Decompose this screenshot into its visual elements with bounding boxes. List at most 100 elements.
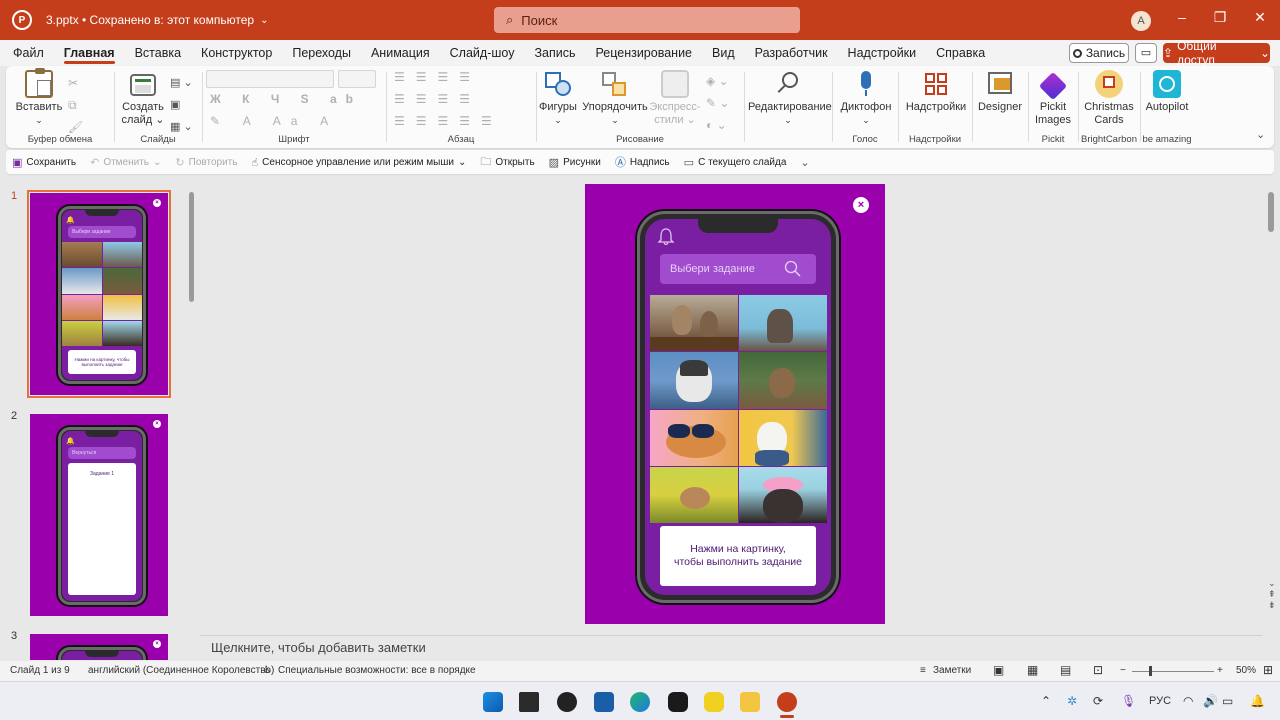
bell-icon[interactable]: [657, 227, 675, 247]
tab-help[interactable]: Справка: [926, 40, 995, 66]
search-input[interactable]: ⌕ Поиск: [494, 7, 800, 33]
tab-design[interactable]: Конструктор: [191, 40, 282, 66]
tab-review[interactable]: Рецензирование: [585, 40, 702, 66]
store-icon[interactable]: [594, 692, 614, 712]
pictures-button[interactable]: ▨ Рисунки: [549, 156, 601, 169]
customize-qat-icon[interactable]: ⌄: [800, 156, 809, 169]
close-icon[interactable]: ×: [853, 197, 869, 213]
slide-scrollbar[interactable]: [1268, 192, 1274, 232]
tab-slideshow[interactable]: Слайд-шоу: [440, 40, 525, 66]
squirrel-photo[interactable]: [739, 352, 827, 409]
designer-button[interactable]: Designer: [976, 70, 1024, 114]
undo-button[interactable]: ↶ Отменить ⌄: [90, 156, 161, 169]
wifi-icon[interactable]: ◠: [1183, 694, 1193, 708]
close-icon[interactable]: ✕: [1248, 9, 1272, 26]
husky-photo[interactable]: [650, 352, 738, 409]
microphone-tray-icon[interactable]: 🎙: [1121, 694, 1136, 708]
tab-insert[interactable]: Вставка: [125, 40, 191, 66]
save-button[interactable]: ▣ Сохранить: [12, 156, 76, 169]
avatar[interactable]: A: [1131, 11, 1151, 31]
tray-app-icon[interactable]: ✲: [1067, 694, 1077, 708]
notes-toggle[interactable]: Заметки: [933, 665, 971, 676]
edge-browser-icon[interactable]: [630, 692, 650, 712]
accessibility-status[interactable]: Специальные возможности: все в порядке: [278, 665, 476, 676]
indent-buttons[interactable]: ☰☰☰☰: [394, 92, 481, 106]
font-family-combo[interactable]: [206, 70, 334, 88]
thumbnails-scrollbar[interactable]: [189, 192, 194, 302]
open-button[interactable]: 🗀 Открыть: [480, 153, 534, 172]
file-explorer-icon[interactable]: [740, 692, 760, 712]
arrange-button[interactable]: Упорядочить ⌄: [582, 70, 648, 127]
app-icon-yellow[interactable]: [704, 692, 724, 712]
slide-sorter-icon[interactable]: ▦: [1027, 663, 1038, 677]
media-app-icon[interactable]: [557, 692, 577, 712]
input-language[interactable]: РУС: [1149, 695, 1171, 707]
fit-slide-icon[interactable]: ⊞: [1263, 663, 1273, 677]
dictate-button[interactable]: Диктофон ⌄: [838, 70, 894, 127]
slide-thumbnail-1[interactable]: × 🔔 Выбери задание Нажми на картинку, чт…: [27, 190, 171, 398]
rabbits-photo[interactable]: [650, 295, 738, 352]
notification-bell-icon[interactable]: 🔔: [1250, 694, 1265, 708]
task-view-icon[interactable]: [519, 692, 539, 712]
shape-format-buttons[interactable]: ◈ ⌄ ✎ ⌄ ◐ ⌄: [706, 70, 729, 136]
effects-icon[interactable]: ◐ ⌄: [706, 114, 729, 136]
font-size-combo[interactable]: [338, 70, 376, 88]
slide-thumbnail-3[interactable]: ×: [30, 634, 168, 660]
editing-button[interactable]: Редактирование ⌄: [748, 70, 832, 127]
guinea-pig-photo[interactable]: [650, 409, 738, 466]
tab-animations[interactable]: Анимация: [361, 40, 440, 66]
zoom-out-icon[interactable]: −: [1120, 665, 1126, 676]
westie-photo[interactable]: [739, 409, 827, 466]
scroll-arrows[interactable]: ⌄ ⇞ ⇟: [1268, 578, 1276, 611]
chevron-down-icon[interactable]: ⌄: [14, 114, 64, 127]
phone-search-field[interactable]: Выбери задание: [660, 254, 816, 284]
normal-view-icon[interactable]: ▣: [993, 663, 1004, 677]
tab-view[interactable]: Вид: [702, 40, 745, 66]
app-icon-green[interactable]: [668, 692, 688, 712]
notes-pane[interactable]: Щелкните, чтобы добавить заметки: [200, 635, 1262, 661]
tray-sync-icon[interactable]: ⟳: [1093, 694, 1103, 708]
document-title[interactable]: 3.pptx • Сохранено в: этот компьютер: [46, 13, 254, 27]
tab-record[interactable]: Запись: [524, 40, 585, 66]
cut-icon[interactable]: ✂: [68, 72, 83, 94]
textbox-button[interactable]: Ⓐ Надпись: [615, 154, 670, 170]
autopilot-button[interactable]: Autopilot: [1142, 70, 1192, 114]
maximize-icon[interactable]: ❐: [1208, 9, 1232, 26]
shih-tzu-photo[interactable]: [739, 466, 827, 523]
font-color-buttons[interactable]: ✎ A Aa A: [210, 114, 338, 128]
font-style-buttons[interactable]: Ж К Ч S ab: [210, 92, 362, 106]
tab-transitions[interactable]: Переходы: [282, 40, 361, 66]
tab-file[interactable]: Файл: [0, 40, 54, 66]
christmas-cards-button[interactable]: Christmas Cards: [1080, 70, 1138, 127]
zoom-in-icon[interactable]: +: [1217, 665, 1223, 676]
battery-icon[interactable]: ▭: [1222, 694, 1233, 708]
share-button[interactable]: ⇪ Общий доступ ⌄: [1163, 39, 1270, 67]
from-current-slide-button[interactable]: ▭ С текущего слайда: [684, 156, 787, 169]
comments-button[interactable]: ▭: [1135, 43, 1157, 63]
quick-styles-button[interactable]: Экспресс- стили ⌄: [648, 70, 702, 127]
slide-thumbnail-2[interactable]: × 🔔 Вернуться Задание 1: [30, 414, 168, 616]
language-indicator[interactable]: английский (Соединенное Королевство): [88, 665, 274, 676]
tab-addins[interactable]: Надстройки: [838, 40, 927, 66]
zoom-slider-thumb[interactable]: [1149, 666, 1152, 676]
copy-icon[interactable]: ⧉: [68, 94, 83, 116]
zoom-slider[interactable]: [1132, 671, 1214, 672]
tab-developer[interactable]: Разработчик: [745, 40, 838, 66]
fill-icon[interactable]: ◈ ⌄: [706, 70, 729, 92]
reading-view-icon[interactable]: ▤: [1060, 663, 1071, 677]
cat-photo[interactable]: [739, 295, 827, 352]
list-buttons[interactable]: ☰☰☰☰: [394, 70, 481, 84]
record-button[interactable]: Запись: [1069, 43, 1129, 63]
paste-button[interactable]: Вставить ⌄: [14, 68, 64, 127]
minimize-icon[interactable]: –: [1170, 9, 1194, 25]
ribbon-collapse-icon[interactable]: ⌄: [1256, 128, 1265, 141]
slideshow-view-icon[interactable]: ⊡: [1093, 663, 1103, 677]
hamster-photo[interactable]: [650, 466, 738, 523]
windows-start-icon[interactable]: [483, 692, 503, 712]
layout-icon[interactable]: ▤ ⌄: [170, 72, 193, 94]
chevron-down-icon[interactable]: ⌄: [260, 15, 268, 26]
touch-mode-button[interactable]: ☝ Сенсорное управление или режим мыши ⌄: [251, 156, 466, 169]
shapes-button[interactable]: Фигуры ⌄: [538, 70, 578, 127]
redo-button[interactable]: ↻ Повторить: [175, 156, 237, 169]
zoom-level[interactable]: 50%: [1236, 665, 1256, 676]
